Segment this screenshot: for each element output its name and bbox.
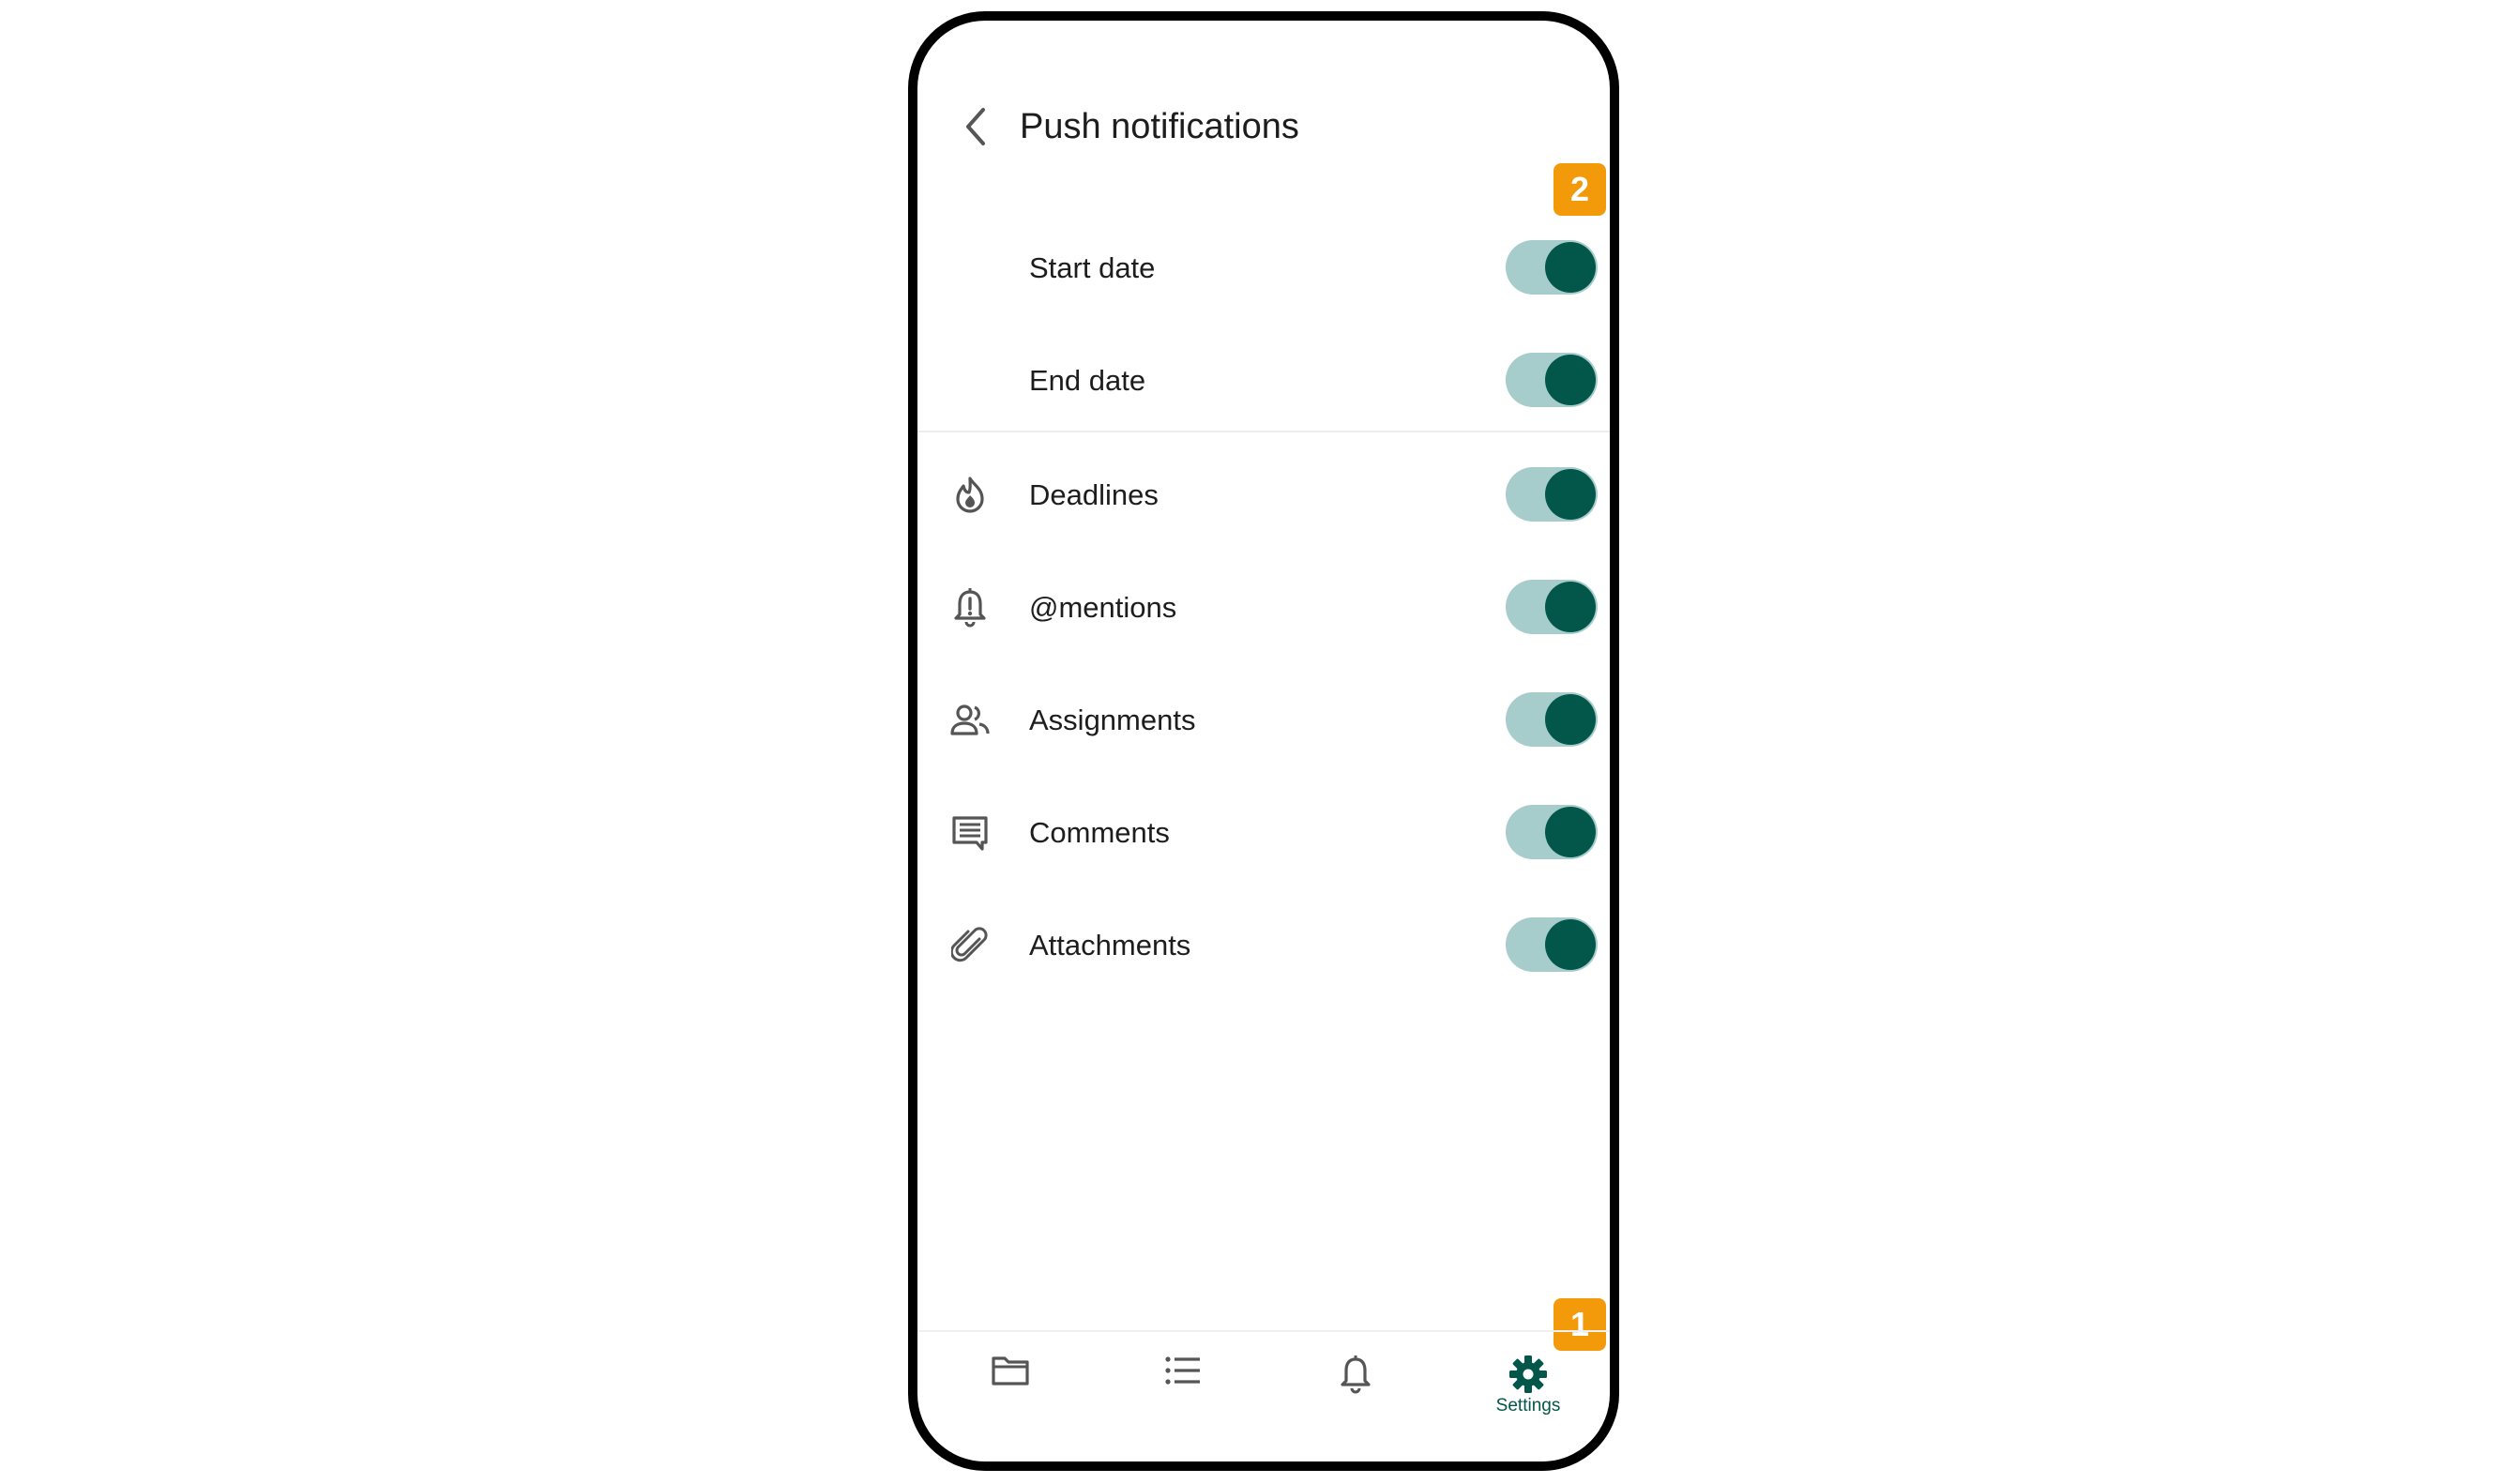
page-title: Push notifications [1020, 107, 1299, 146]
list-icon [1165, 1356, 1200, 1385]
comment-icon [949, 812, 991, 854]
start-date-toggle[interactable] [1506, 240, 1598, 295]
step-badge-2: 2 [1554, 163, 1606, 216]
folder-icon [992, 1356, 1029, 1386]
nav-projects[interactable] [945, 1334, 1076, 1437]
end-date-toggle[interactable] [1506, 353, 1598, 407]
setting-label: Start date [1029, 251, 1156, 284]
deadline-fire-icon [949, 475, 991, 516]
setting-label: @mentions [1029, 591, 1177, 624]
setting-label: Comments [1029, 816, 1170, 849]
nav-tasks[interactable] [1117, 1334, 1249, 1437]
mentions-toggle[interactable] [1506, 580, 1598, 634]
paperclip-icon [949, 925, 991, 966]
setting-row-deadlines: Deadlines [917, 437, 1610, 550]
nav-settings[interactable]: Settings [1463, 1334, 1594, 1437]
app-header: Push notifications [917, 75, 1610, 178]
setting-row-attachments: Attachments [917, 887, 1610, 1000]
toggle-knob [1545, 919, 1596, 970]
phone-frame: Push notifications 2 Start date End date… [908, 11, 1619, 1471]
bell-icon [1341, 1355, 1371, 1394]
gear-icon [1509, 1355, 1547, 1393]
bell-alert-icon [949, 587, 991, 628]
setting-row-end-date: End date [917, 323, 1610, 435]
nav-notifications[interactable] [1290, 1334, 1421, 1437]
deadlines-toggle[interactable] [1506, 467, 1598, 522]
setting-row-start-date: Start date [917, 210, 1610, 323]
people-icon [949, 700, 991, 741]
toggle-knob [1545, 355, 1596, 405]
toggle-knob [1545, 694, 1596, 745]
setting-row-assignments: Assignments [917, 662, 1610, 775]
setting-label: Attachments [1029, 929, 1191, 962]
nav-divider [917, 1330, 1610, 1332]
toggle-knob [1545, 242, 1596, 293]
toggle-knob [1545, 582, 1596, 632]
setting-row-comments: Comments [917, 775, 1610, 887]
toggle-knob [1545, 807, 1596, 857]
setting-label: Deadlines [1029, 478, 1159, 511]
assignments-toggle[interactable] [1506, 692, 1598, 747]
chevron-left-icon [966, 108, 985, 145]
setting-label: Assignments [1029, 704, 1196, 736]
nav-settings-label: Settings [1495, 1396, 1561, 1416]
attachments-toggle[interactable] [1506, 917, 1598, 972]
back-button[interactable] [957, 103, 994, 150]
setting-row-mentions: @mentions [917, 550, 1610, 662]
toggle-knob [1545, 469, 1596, 520]
setting-label: End date [1029, 364, 1146, 397]
comments-toggle[interactable] [1506, 805, 1598, 859]
section-divider [917, 431, 1610, 432]
bottom-navigation: Settings [917, 1334, 1610, 1437]
